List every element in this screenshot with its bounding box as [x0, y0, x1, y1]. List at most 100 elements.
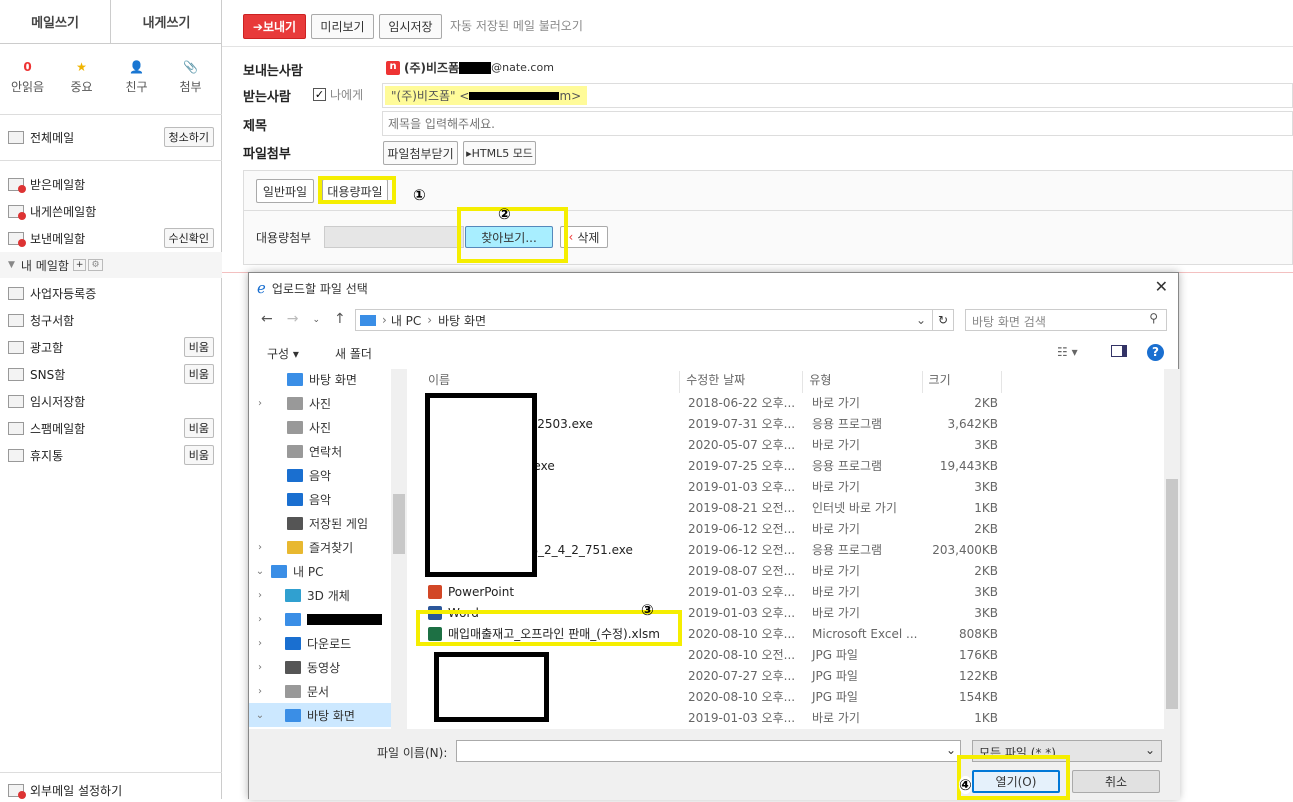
tree-item[interactable]: 음악: [249, 463, 392, 487]
tree-scrollbar[interactable]: [391, 369, 407, 729]
write-mail-button[interactable]: 메일쓰기: [0, 0, 111, 44]
empty-button[interactable]: 비움: [183, 445, 214, 465]
send-button[interactable]: ➔보내기: [243, 14, 306, 39]
tree-item[interactable]: › 문서: [249, 679, 392, 703]
empty-button[interactable]: 비움: [183, 364, 214, 384]
nav-buttons: ← → ⌄ ↑: [261, 311, 346, 327]
expand-arrow-icon[interactable]: ›: [249, 590, 271, 601]
address-bar[interactable]: › 내 PC › 바탕 화면 ⌄: [355, 309, 933, 331]
help-icon[interactable]: ?: [1147, 344, 1164, 361]
view-menu-icon[interactable]: ☷ ▾: [1057, 345, 1078, 359]
recipient-input[interactable]: "(주)비즈폼" < m>: [382, 83, 1293, 108]
file-row[interactable]: PowerPoint 2019-01-03 오후... 바로 가기 3KB: [422, 581, 1002, 602]
sidebar-item-folder[interactable]: 보낸메일함 수신확인: [8, 226, 214, 250]
to-self-checkbox[interactable]: ✓ 나에게: [313, 86, 363, 103]
label: 연락처: [309, 444, 343, 459]
gear-icon[interactable]: ⚙: [88, 259, 103, 271]
tree-item[interactable]: 연락처: [249, 439, 392, 463]
breadcrumb-desktop[interactable]: 바탕 화면: [438, 312, 486, 329]
chip-text: "(주)비즈폼" <: [391, 89, 470, 103]
organize-button[interactable]: 구성 ▾: [267, 345, 299, 362]
folder-icon: [285, 636, 301, 650]
close-attach-button[interactable]: 파일첨부닫기: [383, 141, 458, 165]
tree-item[interactable]: 사진: [249, 415, 392, 439]
expand-arrow-icon[interactable]: ›: [249, 398, 271, 409]
write-to-self-button[interactable]: 내게쓰기: [111, 0, 222, 44]
quick-unread[interactable]: 0 안읽음: [0, 60, 55, 95]
tab-normal-file[interactable]: 일반파일: [256, 179, 314, 203]
close-icon[interactable]: ✕: [1155, 277, 1168, 296]
new-folder-button[interactable]: 새 폴더: [335, 345, 372, 362]
my-mailbox-header[interactable]: ▼ 내 메일함 + ⚙: [0, 252, 222, 278]
expand-arrow-icon[interactable]: ⌄: [249, 566, 271, 577]
sidebar-item-all-mail[interactable]: 전체메일 청소하기: [8, 125, 214, 149]
sidebar-item-my-folder[interactable]: SNS함 비움: [8, 362, 214, 386]
column-name[interactable]: 이름: [422, 371, 681, 393]
tree-item[interactable]: › 즐겨찾기: [249, 535, 392, 559]
tree-item[interactable]: › 사진: [249, 391, 392, 415]
sidebar-item-folder[interactable]: 내게쓴메일함: [8, 199, 214, 223]
empty-button[interactable]: 비움: [183, 418, 214, 438]
list-scrollbar[interactable]: [1164, 369, 1180, 729]
cancel-button[interactable]: 취소: [1072, 770, 1160, 793]
chevron-down-icon[interactable]: ⌄: [946, 743, 956, 757]
back-arrow-icon[interactable]: ←: [261, 311, 273, 327]
quick-attach[interactable]: 📎 첨부: [163, 60, 218, 95]
subject-input[interactable]: [382, 111, 1293, 136]
label: 바탕 화면: [309, 372, 357, 387]
expand-arrow-icon[interactable]: ›: [249, 638, 271, 649]
sidebar-item-my-folder[interactable]: 임시저장함: [8, 389, 214, 413]
navigation-tree: 바탕 화면 › 사진 사진 연락처 음악 음악 저장된 게임 › 즐겨찾기 ⌄ 내 PC › 3D 개체 ›…: [249, 369, 407, 729]
clean-button[interactable]: 청소하기: [163, 127, 214, 147]
up-arrow-icon[interactable]: ↑: [334, 311, 346, 327]
sidebar-item-my-folder[interactable]: 사업자등록증: [8, 281, 214, 305]
column-type[interactable]: 유형: [803, 371, 923, 393]
chevron-down-icon[interactable]: ⌄: [916, 313, 926, 327]
tree-item[interactable]: 바탕 화면: [249, 369, 392, 391]
file-name: CS_2_4_2_751.exe: [522, 542, 633, 557]
expand-arrow-icon[interactable]: ›: [249, 614, 271, 625]
tree-item[interactable]: 음악: [249, 487, 392, 511]
sidebar-item-my-folder[interactable]: 청구서함: [8, 308, 214, 332]
breadcrumb-pc[interactable]: 내 PC: [391, 312, 421, 329]
expand-arrow-icon[interactable]: ›: [249, 686, 271, 697]
quick-important[interactable]: ★ 중요: [54, 60, 109, 95]
column-size[interactable]: 크기: [923, 371, 1002, 393]
forward-arrow-icon[interactable]: →: [287, 311, 299, 327]
label: 바탕 화면: [307, 708, 355, 723]
search-input[interactable]: 바탕 화면 검색 ⚲: [965, 309, 1167, 331]
expand-arrow-icon[interactable]: ›: [249, 542, 271, 553]
tree-item[interactable]: 저장된 게임: [249, 511, 392, 535]
expand-arrow-icon[interactable]: ⌄: [249, 710, 271, 721]
tree-item[interactable]: › 동영상: [249, 655, 392, 679]
preview-button[interactable]: 미리보기: [311, 14, 374, 39]
empty-button[interactable]: 비움: [183, 337, 214, 357]
filename-input[interactable]: ⌄: [456, 740, 961, 762]
preview-pane-icon[interactable]: [1111, 345, 1127, 357]
file-date: 2019-06-12 오전...: [688, 543, 796, 557]
html5-mode-button[interactable]: ▸HTML5 모드: [463, 141, 536, 165]
tree-item[interactable]: ⌄ 바탕 화면: [249, 703, 392, 727]
dialog-titlebar: ℯ 업로드할 파일 선택: [257, 279, 368, 297]
tree-item[interactable]: ⌄ 내 PC: [249, 559, 392, 583]
load-auto-saved-link[interactable]: 자동 저장된 메일 불러오기: [450, 17, 583, 34]
tree-item[interactable]: › 3D 개체: [249, 583, 392, 607]
column-date[interactable]: 수정한 날짜: [680, 371, 804, 393]
sidebar-item-my-folder[interactable]: 휴지통 비움: [8, 443, 214, 467]
save-draft-button[interactable]: 임시저장: [379, 14, 442, 39]
tree-item[interactable]: › 다운로드: [249, 631, 392, 655]
folder-action-button[interactable]: 수신확인: [163, 228, 214, 248]
recipient-chip[interactable]: "(주)비즈폼" < m>: [385, 86, 588, 105]
recent-chevron-icon[interactable]: ⌄: [312, 311, 320, 327]
star-icon: ★: [76, 60, 87, 74]
refresh-icon[interactable]: ↻: [932, 309, 954, 331]
sidebar-item-my-folder[interactable]: 스팸메일함 비움: [8, 416, 214, 440]
add-icon[interactable]: +: [72, 259, 87, 271]
file-date: 2019-01-03 오후...: [688, 606, 796, 620]
sidebar-item-folder[interactable]: 받은메일함: [8, 172, 214, 196]
external-mail-settings[interactable]: 외부메일 설정하기: [8, 778, 214, 802]
quick-friends[interactable]: 👤 친구: [109, 60, 164, 95]
expand-arrow-icon[interactable]: ›: [249, 662, 271, 673]
sidebar-item-my-folder[interactable]: 광고함 비움: [8, 335, 214, 359]
file-date: 2019-06-12 오전...: [688, 522, 796, 536]
